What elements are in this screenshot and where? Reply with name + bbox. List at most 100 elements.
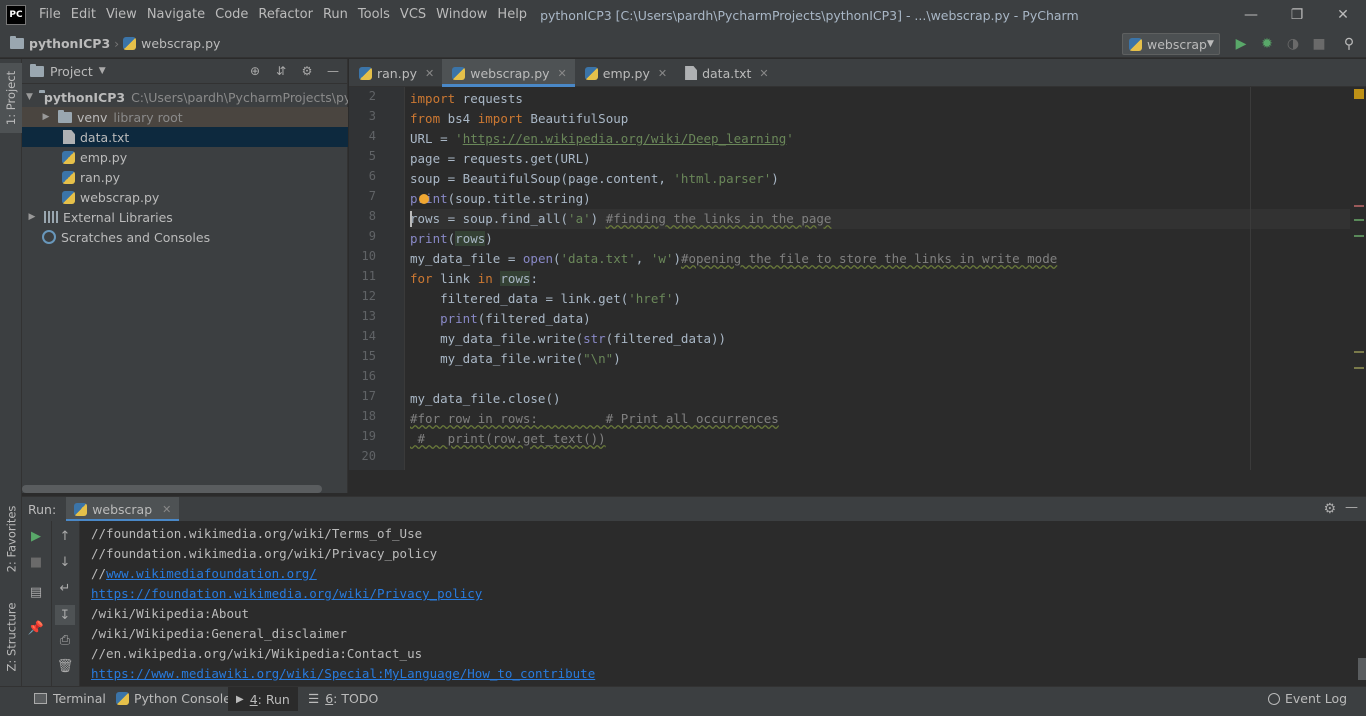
close-tab-icon[interactable]: ✕ — [162, 503, 171, 516]
menu-tools[interactable]: Tools — [353, 0, 395, 30]
folder-icon — [10, 36, 24, 49]
vertical-scrollbar[interactable] — [1358, 658, 1366, 680]
minimize-icon[interactable]: — — [1228, 0, 1274, 30]
status-bar: Terminal Python Console ▶ 4: Run ☰ 6: TO… — [0, 686, 1366, 716]
hide-panel-icon[interactable]: — — [1345, 500, 1358, 515]
close-tab-icon[interactable]: ✕ — [425, 67, 434, 80]
tree-item-ran-py[interactable]: ran.py — [22, 167, 348, 187]
code-editor[interactable]: 2 3 4 5 6 7 8 9 10 11 12 13 14 15 16 17 … — [349, 87, 1366, 470]
console-link[interactable]: https://www.mediawiki.org/wiki/Special:M… — [91, 666, 595, 681]
warning-indicator-icon[interactable] — [1354, 89, 1364, 99]
project-panel-title[interactable]: Project — [50, 64, 93, 79]
horizontal-scrollbar[interactable] — [22, 485, 322, 493]
expand-arrow-icon[interactable]: ▶ — [26, 212, 38, 222]
tool-button-label: Terminal — [53, 691, 106, 706]
structure-tool-tab[interactable]: Z: Structure — [0, 594, 22, 679]
run-configuration-dropdown[interactable]: webscrap ▼ — [1122, 33, 1220, 55]
error-stripe-mark[interactable] — [1354, 205, 1364, 207]
close-tab-icon[interactable]: ✕ — [759, 67, 768, 80]
terminal-tool-button[interactable]: Terminal — [34, 691, 106, 706]
project-folder-icon — [30, 63, 44, 77]
run-console[interactable]: //foundation.wikimedia.org/wiki/Terms_of… — [80, 521, 1366, 686]
close-tab-icon[interactable]: ✕ — [658, 67, 667, 80]
tree-item-emp-py[interactable]: emp.py — [22, 147, 348, 167]
line-number: 6 — [368, 169, 376, 183]
intention-bulb-icon[interactable] — [419, 194, 429, 204]
menu-file[interactable]: File — [34, 0, 66, 30]
layout-icon[interactable]: ▤ — [28, 584, 44, 600]
tab-webscrap-py[interactable]: webscrap.py ✕ — [442, 59, 575, 87]
error-stripe-mark[interactable] — [1354, 351, 1364, 353]
error-stripe[interactable] — [1352, 87, 1366, 470]
menu-run[interactable]: Run — [318, 0, 353, 30]
console-link[interactable]: www.wikimediafoundation.org/ — [106, 566, 317, 581]
menu-refactor[interactable]: Refactor — [253, 0, 318, 30]
tab-ran-py[interactable]: ran.py ✕ — [349, 59, 442, 87]
arrow-down-icon[interactable]: ↓ — [57, 554, 73, 570]
todo-tool-button[interactable]: ☰ 6: TODO — [308, 691, 378, 706]
code-line: for link in rows: — [410, 269, 538, 289]
line-number-gutter[interactable]: 2 3 4 5 6 7 8 9 10 11 12 13 14 15 16 17 … — [349, 87, 405, 470]
close-icon[interactable]: ✕ — [1320, 0, 1366, 30]
menu-code[interactable]: Code — [210, 0, 253, 30]
tab-data-txt[interactable]: data.txt ✕ — [675, 59, 777, 87]
error-stripe-mark[interactable] — [1354, 219, 1364, 221]
console-link[interactable]: https://foundation.wikimedia.org/wiki/Pr… — [91, 586, 482, 601]
breadcrumb-project[interactable]: pythonICP3 — [0, 36, 110, 51]
locate-file-icon[interactable]: ⊕ — [247, 63, 263, 79]
event-log-tool-button[interactable]: Event Log — [1268, 691, 1347, 706]
coverage-icon[interactable]: ◑ — [1284, 35, 1302, 53]
menu-navigate[interactable]: Navigate — [142, 0, 210, 30]
menu-bar: File Edit View Navigate Code Refactor Ru… — [34, 0, 532, 30]
stop-icon[interactable]: ■ — [1310, 35, 1328, 53]
code-url[interactable]: https://en.wikipedia.org/wiki/Deep_learn… — [463, 131, 787, 146]
print-icon[interactable]: ⎙ — [57, 632, 73, 648]
stop-icon[interactable]: ■ — [28, 554, 44, 570]
expand-arrow-icon[interactable]: ▼ — [26, 92, 33, 102]
expand-arrow-icon[interactable]: ▶ — [40, 112, 52, 122]
soft-wrap-icon[interactable]: ↵ — [57, 580, 73, 596]
error-stripe-mark[interactable] — [1354, 367, 1364, 369]
pin-icon[interactable]: 📌 — [28, 620, 44, 636]
menu-vcs[interactable]: VCS — [395, 0, 431, 30]
chevron-down-icon[interactable]: ▼ — [99, 66, 106, 76]
breadcrumb-file[interactable]: webscrap.py — [123, 36, 220, 51]
error-stripe-mark[interactable] — [1354, 235, 1364, 237]
tool-button-label: : Run — [257, 691, 290, 707]
run-icon[interactable]: ▶ — [1232, 35, 1250, 53]
tree-item-data-txt[interactable]: data.txt — [22, 127, 348, 147]
tree-item-venv[interactable]: ▶ venv library root — [22, 107, 348, 127]
scroll-to-end-icon[interactable]: ↧ — [55, 605, 75, 625]
close-tab-icon[interactable]: ✕ — [558, 67, 567, 80]
menu-edit[interactable]: Edit — [66, 0, 101, 30]
restore-icon[interactable]: ❐ — [1274, 0, 1320, 30]
collapse-all-icon[interactable]: ⇵ — [273, 63, 289, 79]
console-line: //en.wikipedia.org/wiki/Wikipedia:Contac… — [91, 644, 422, 664]
tab-emp-py[interactable]: emp.py ✕ — [575, 59, 675, 87]
menu-help[interactable]: Help — [492, 0, 532, 30]
gear-icon[interactable]: ⚙ — [1323, 501, 1336, 517]
menu-view[interactable]: View — [101, 0, 142, 30]
debug-icon[interactable]: ✹ — [1258, 35, 1276, 53]
hide-panel-icon[interactable]: — — [325, 63, 341, 79]
gear-icon[interactable]: ⚙ — [299, 63, 315, 79]
line-number: 7 — [368, 189, 376, 203]
run-tool-button[interactable]: ▶ 4: Run — [228, 687, 298, 711]
trash-icon[interactable]: 🗑 — [57, 658, 74, 674]
code-token: URL = — [410, 131, 456, 146]
code-comment: #opening the file to store the links in … — [680, 251, 1058, 266]
python-console-tool-button[interactable]: Python Console — [116, 691, 231, 706]
code-token: BeautifulSoup — [522, 111, 629, 126]
tree-item-project-root[interactable]: ▼ pythonICP3 C:\Users\pardh\PycharmProje… — [22, 87, 348, 107]
tree-item-external-libraries[interactable]: ▶ External Libraries — [22, 207, 348, 227]
search-everywhere-icon[interactable]: ⚲ — [1340, 35, 1358, 53]
rerun-icon[interactable]: ▶ — [28, 528, 44, 544]
favorites-tool-tab[interactable]: 2: Favorites — [0, 499, 22, 579]
tree-item-scratches[interactable]: Scratches and Consoles — [22, 227, 348, 247]
arrow-up-icon[interactable]: ↑ — [57, 528, 73, 544]
tab-label: data.txt — [702, 65, 752, 81]
run-tab-webscrap[interactable]: webscrap ✕ — [66, 496, 180, 522]
tree-item-webscrap-py[interactable]: webscrap.py — [22, 187, 348, 207]
menu-window[interactable]: Window — [431, 0, 492, 30]
project-tool-tab[interactable]: 1: Project — [0, 63, 22, 133]
